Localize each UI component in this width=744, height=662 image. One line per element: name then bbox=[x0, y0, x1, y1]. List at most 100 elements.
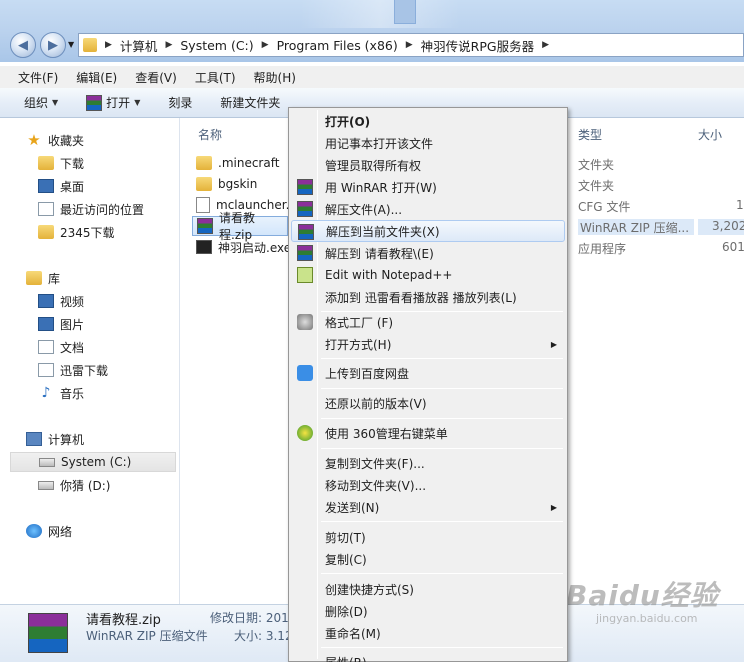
details-size: 大小: 3.12 bbox=[234, 629, 293, 643]
menu-item-add-to-playlist[interactable]: 添加到 迅雷看看播放器 播放列表(L) bbox=[291, 286, 565, 308]
nav-label: 视频 bbox=[60, 294, 85, 309]
new-folder-button[interactable]: 新建文件夹 bbox=[220, 94, 280, 111]
nav-thunder-downloads[interactable]: 迅雷下载 bbox=[38, 360, 108, 380]
menu-item-edit-notepadpp[interactable]: Edit with Notepad++ bbox=[291, 264, 565, 286]
file-type: WinRAR ZIP 压缩... bbox=[578, 219, 694, 235]
menu-bar: 文件(F) 编辑(E) 查看(V) 工具(T) 帮助(H) bbox=[0, 66, 744, 88]
column-header-type[interactable]: 类型 bbox=[578, 126, 602, 143]
column-header-name[interactable]: 名称 bbox=[198, 126, 222, 143]
menu-label: 移动到文件夹(V)... bbox=[325, 478, 427, 493]
watermark-logo: Baidu经验 bbox=[566, 579, 719, 612]
menu-separator bbox=[321, 358, 563, 359]
back-arrow-icon: ◀ bbox=[18, 37, 28, 53]
menu-item-copy-to-folder[interactable]: 复制到文件夹(F)... bbox=[291, 452, 565, 474]
menu-item-copy[interactable]: 复制(C) bbox=[291, 548, 565, 570]
video-icon bbox=[38, 294, 54, 308]
menu-help[interactable]: 帮助(H) bbox=[254, 69, 296, 86]
nav-music[interactable]: ♪ 音乐 bbox=[38, 383, 84, 403]
menu-label: Edit with Notepad++ bbox=[325, 268, 453, 282]
address-bar[interactable]: ▶ 计算机 ▶ System (C:) ▶ Program Files (x86… bbox=[78, 33, 744, 57]
breadcrumb-system-c[interactable]: System (C:) bbox=[180, 38, 253, 53]
file-row-minecraft[interactable]: .minecraft bbox=[196, 153, 279, 173]
file-row-tutorial-zip[interactable]: 请看教程.zip bbox=[192, 211, 288, 242]
chevron-right-icon: ▶ bbox=[261, 40, 269, 50]
menu-separator bbox=[321, 573, 563, 574]
nav-label: 音乐 bbox=[60, 386, 85, 401]
nav-drive-d[interactable]: 你猜 (D:) bbox=[38, 475, 110, 495]
menu-item-create-shortcut[interactable]: 创建快捷方式(S) bbox=[291, 578, 565, 600]
nav-libraries[interactable]: 库 bbox=[26, 268, 60, 288]
details-filename: 请看教程.zip bbox=[86, 613, 161, 628]
context-menu: 打开(O) 用记事本打开该文件 管理员取得所有权 用 WinRAR 打开(W) … bbox=[288, 107, 568, 662]
menu-item-upload-baidu[interactable]: 上传到百度网盘 bbox=[291, 362, 565, 384]
menu-label: 解压到当前文件夹(X) bbox=[326, 224, 440, 239]
nav-favorites[interactable]: ★ 收藏夹 bbox=[26, 130, 84, 150]
menu-item-move-to-folder[interactable]: 移动到文件夹(V)... bbox=[291, 474, 565, 496]
360-icon bbox=[297, 425, 313, 441]
open-button[interactable]: 打开 ▼ bbox=[86, 94, 140, 111]
nav-pictures[interactable]: 图片 bbox=[38, 314, 84, 334]
chevron-right-icon: ▶ bbox=[405, 40, 413, 50]
menu-item-rename[interactable]: 重命名(M) bbox=[291, 622, 565, 644]
history-dropdown-icon[interactable]: ▼ bbox=[68, 40, 74, 49]
window-button-stub[interactable] bbox=[394, 0, 416, 24]
nav-drive-c[interactable]: System (C:) bbox=[10, 452, 176, 472]
breadcrumb-computer[interactable]: 计算机 bbox=[120, 36, 158, 55]
menu-file[interactable]: 文件(F) bbox=[18, 69, 58, 86]
menu-view[interactable]: 查看(V) bbox=[135, 69, 177, 86]
menu-item-cut[interactable]: 剪切(T) bbox=[291, 526, 565, 548]
nav-label: 网络 bbox=[48, 524, 73, 539]
nav-downloads[interactable]: 下载 bbox=[38, 153, 84, 173]
music-icon: ♪ bbox=[41, 385, 51, 401]
burn-button[interactable]: 刻录 bbox=[168, 94, 192, 111]
file-type: 文件夹 bbox=[578, 179, 615, 193]
breadcrumb-program-files[interactable]: Program Files (x86) bbox=[277, 38, 398, 53]
picture-icon bbox=[38, 317, 54, 331]
chevron-right-icon: ▶ bbox=[165, 40, 173, 50]
menu-item-360-manage[interactable]: 使用 360管理右键菜单 bbox=[291, 422, 565, 444]
menu-item-open[interactable]: 打开(O) bbox=[291, 110, 565, 132]
file-row-launcher-exe[interactable]: 神羽启动.exe bbox=[196, 237, 291, 257]
menu-item-extract-here[interactable]: 解压到当前文件夹(X) bbox=[291, 220, 565, 242]
organize-button[interactable]: 组织 ▼ bbox=[24, 94, 58, 111]
file-size: 601 bbox=[722, 240, 744, 254]
menu-edit[interactable]: 编辑(E) bbox=[76, 69, 117, 86]
nav-computer[interactable]: 计算机 bbox=[26, 429, 84, 449]
nav-2345-downloads[interactable]: 2345下载 bbox=[38, 222, 115, 242]
menu-item-delete[interactable]: 删除(D) bbox=[291, 600, 565, 622]
submenu-arrow-icon: ▶ bbox=[550, 339, 557, 349]
menu-item-extract-to-folder[interactable]: 解压到 请看教程\(E) bbox=[291, 242, 565, 264]
menu-item-extract-files[interactable]: 解压文件(A)... bbox=[291, 198, 565, 220]
back-button[interactable]: ◀ bbox=[10, 32, 36, 58]
nav-videos[interactable]: 视频 bbox=[38, 291, 84, 311]
nav-recent-places[interactable]: 最近访问的位置 bbox=[38, 199, 144, 219]
folder-icon bbox=[83, 38, 97, 52]
nav-label: 迅雷下载 bbox=[60, 363, 109, 378]
menu-item-open-winrar[interactable]: 用 WinRAR 打开(W) bbox=[291, 176, 565, 198]
menu-label: 还原以前的版本(V) bbox=[325, 396, 427, 411]
open-label: 打开 bbox=[106, 96, 131, 110]
column-header-size[interactable]: 大小 bbox=[698, 126, 722, 143]
menu-item-open-notepad[interactable]: 用记事本打开该文件 bbox=[291, 132, 565, 154]
nav-desktop[interactable]: 桌面 bbox=[38, 176, 84, 196]
menu-label: 发送到(N) bbox=[325, 500, 380, 515]
breadcrumb-current-folder[interactable]: 神羽传说RPG服务器 bbox=[421, 36, 534, 55]
winrar-icon bbox=[197, 218, 213, 234]
menu-tools[interactable]: 工具(T) bbox=[195, 69, 236, 86]
nav-documents[interactable]: 文档 bbox=[38, 337, 84, 357]
menu-label: 添加到 迅雷看看播放器 播放列表(L) bbox=[325, 290, 517, 305]
menu-item-restore-versions[interactable]: 还原以前的版本(V) bbox=[291, 392, 565, 414]
menu-item-open-with[interactable]: 打开方式(H) ▶ bbox=[291, 333, 565, 355]
desktop-icon bbox=[38, 179, 54, 193]
nav-network[interactable]: 网络 bbox=[26, 521, 72, 541]
forward-button[interactable]: ▶ bbox=[40, 32, 66, 58]
folder-icon bbox=[196, 177, 212, 191]
menu-label: 用 WinRAR 打开(W) bbox=[325, 180, 437, 195]
menu-item-format-factory[interactable]: 格式工厂 (F) bbox=[291, 311, 565, 333]
menu-item-properties[interactable]: 属性(R) bbox=[291, 651, 565, 662]
chevron-down-icon: ▼ bbox=[134, 98, 141, 107]
menu-item-send-to[interactable]: 发送到(N) ▶ bbox=[291, 496, 565, 518]
menu-item-take-ownership[interactable]: 管理员取得所有权 bbox=[291, 154, 565, 176]
file-row-bgskin[interactable]: bgskin bbox=[196, 174, 257, 194]
folder-icon bbox=[38, 156, 54, 170]
